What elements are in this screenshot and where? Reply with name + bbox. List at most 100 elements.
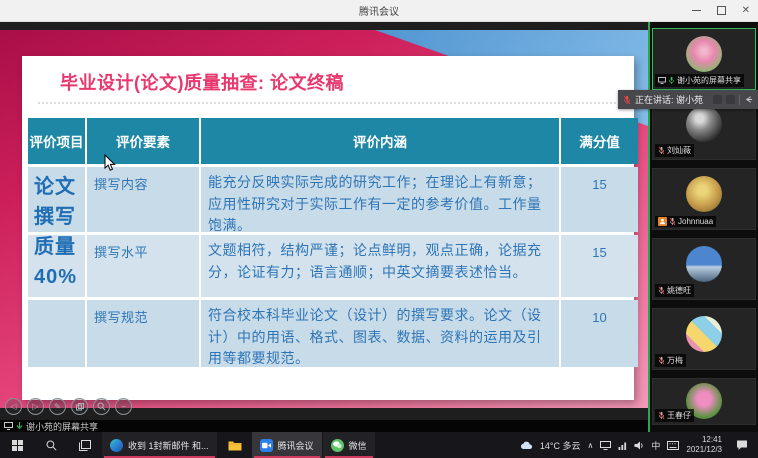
window-controls: ✕ (692, 0, 750, 21)
mic-icon (668, 76, 675, 85)
slides-overview-button[interactable] (71, 398, 88, 415)
participant-name: 谢小苑的屏幕共享 (677, 75, 741, 86)
element-cell: 撰写水平 (87, 235, 199, 297)
wechat-label: 微信 (349, 439, 367, 452)
task-view-button[interactable] (68, 432, 102, 458)
content-cell: 文题相符，结构严谨；论点鲜明，观点正确，论据充分，论证有力；语言通顺；中英文摘要… (201, 235, 559, 297)
avatar-gold (686, 176, 722, 212)
participant-nametag: Johnnuaa (655, 216, 716, 227)
content-cell: 符合校本科毕业论文（设计）的撰写要求。论文（设计）中的用语、格式、图表、数据、资… (201, 300, 559, 367)
touch-keyboard-icon[interactable] (667, 441, 679, 450)
magnifier-icon (97, 402, 106, 411)
start-button[interactable] (0, 432, 34, 458)
network-icon[interactable] (618, 441, 627, 450)
windows-taskbar: 收到 1封新邮件 和... 腾讯会议 微信 14°C 多云 ∧ (0, 432, 758, 458)
participant-nametag: 谢小苑的屏幕共享 (655, 74, 744, 87)
share-monitor-icon (658, 77, 666, 84)
element-cell: 撰写内容 (87, 167, 199, 232)
zoom-tool-button[interactable] (93, 398, 110, 415)
display-tray-icon[interactable] (600, 441, 611, 450)
host-badge-icon (658, 217, 667, 226)
muted-mic-icon (658, 356, 665, 365)
pen-tool-button[interactable]: ✎ (49, 398, 66, 415)
screen-share-status-bar: 谢小苑的屏幕共享 (0, 420, 648, 432)
close-button[interactable]: ✕ (742, 6, 750, 16)
participants-sidebar: 谢小苑的屏幕共享 刘灿薇 Johnnuaa (650, 22, 758, 432)
toast-extra-icon (726, 95, 735, 104)
prev-slide-button[interactable]: ◁ (5, 398, 22, 415)
action-center-icon (736, 440, 748, 451)
speaking-toast: 正在讲话: 谢小苑 (618, 90, 758, 109)
collapse-arrow-button[interactable] (744, 95, 753, 104)
muted-mic-icon (658, 146, 665, 155)
avatar-rabbit (686, 106, 722, 142)
element-cell: 撰写规范 (87, 300, 199, 367)
participant-tile[interactable]: 万梅 (652, 308, 756, 370)
participant-name: 万梅 (667, 355, 683, 366)
category-label: 论文 撰写 质量 40% (34, 172, 88, 292)
col-header-element: 评价要素 (87, 118, 199, 164)
participant-tile[interactable]: 姚德旺 (652, 238, 756, 300)
window-titlebar: 腾讯会议 ✕ (0, 0, 758, 22)
taskbar-app-wechat[interactable]: 微信 (323, 432, 375, 458)
avatar-sky (686, 246, 722, 282)
score-cell: 15 (561, 235, 638, 297)
clock-time: 12:41 (686, 435, 722, 445)
avatar-lotus (686, 36, 722, 72)
col-header-item: 评价项目 (28, 118, 85, 164)
share-bar-label: 谢小苑的屏幕共享 (26, 420, 98, 433)
search-icon (46, 440, 57, 451)
clock-date: 2021/12/3 (686, 445, 722, 455)
weather-cloud-icon[interactable] (520, 441, 533, 450)
edge-notification-label: 收到 1封新邮件 和... (128, 439, 209, 452)
participant-nametag: 王春仔 (655, 409, 694, 422)
minimize-button[interactable] (692, 10, 701, 11)
toast-extra-icon (713, 95, 722, 104)
maximize-button[interactable] (717, 6, 726, 15)
shared-screen: 毕业设计(论文)质量抽查: 论文终稿 评价项目 评价要素 评价内涵 满分值 撰写… (0, 22, 650, 432)
muted-mic-icon (623, 95, 631, 105)
input-method-indicator[interactable]: 中 (651, 439, 660, 452)
speaker-icon[interactable] (634, 441, 644, 450)
edge-icon (110, 439, 123, 452)
score-cell: 10 (561, 300, 638, 367)
file-explorer-button[interactable] (218, 432, 252, 458)
muted-mic-icon (669, 217, 676, 226)
title-divider (38, 102, 620, 104)
next-slide-button[interactable]: ▷ (27, 398, 44, 415)
action-center-button[interactable] (729, 440, 755, 451)
presentation-controls: ◁ ▷ ✎ − (5, 398, 132, 415)
hidden-icons-chevron[interactable]: ∧ (588, 441, 594, 450)
clock[interactable]: 12:41 2021/12/3 (686, 435, 722, 455)
task-view-icon (79, 440, 91, 451)
evaluation-table: 评价项目 评价要素 评价内涵 满分值 撰写内容 能充分反映实际完成的研究工作；在… (28, 118, 632, 367)
slide-card: 毕业设计(论文)质量抽查: 论文终稿 评价项目 评价要素 评价内涵 满分值 撰写… (22, 56, 634, 400)
content-cell: 能充分反映实际完成的研究工作；在理论上有新意；应用性研究对于实际工作有一定的参考… (201, 167, 559, 232)
folder-icon (228, 440, 242, 451)
window-title: 腾讯会议 (359, 3, 399, 18)
wechat-icon (331, 439, 344, 452)
col-header-score: 满分值 (561, 118, 638, 164)
toast-divider (739, 95, 740, 105)
muted-mic-icon (658, 286, 665, 295)
speaking-toast-label: 正在讲话: 谢小苑 (635, 93, 709, 106)
search-button[interactable] (34, 432, 68, 458)
participant-name: 王春仔 (667, 410, 691, 421)
taskbar-app-tencent-meeting[interactable]: 腾讯会议 (252, 432, 322, 458)
tencent-meeting-label: 腾讯会议 (278, 439, 314, 452)
more-controls-button[interactable]: − (115, 398, 132, 415)
taskbar-app-edge[interactable]: 收到 1封新邮件 和... (102, 432, 217, 458)
participant-name: Johnnuaa (678, 217, 713, 226)
participant-tile-screen-share[interactable]: 谢小苑的屏幕共享 (652, 28, 756, 90)
participant-nametag: 姚德旺 (655, 284, 694, 297)
participant-tile[interactable]: Johnnuaa (652, 168, 756, 230)
slide-title: 毕业设计(论文)质量抽查: 论文终稿 (60, 69, 344, 95)
weather-label[interactable]: 14°C 多云 (540, 439, 581, 452)
participant-name: 刘灿薇 (667, 145, 691, 156)
share-down-arrow-icon (16, 422, 23, 430)
col-header-content: 评价内涵 (201, 118, 559, 164)
meeting-main-area: 毕业设计(论文)质量抽查: 论文终稿 评价项目 评价要素 评价内涵 满分值 撰写… (0, 22, 758, 432)
pages-icon (76, 403, 84, 411)
tencent-meeting-icon (260, 439, 273, 452)
participant-tile[interactable]: 王春仔 (652, 378, 756, 425)
